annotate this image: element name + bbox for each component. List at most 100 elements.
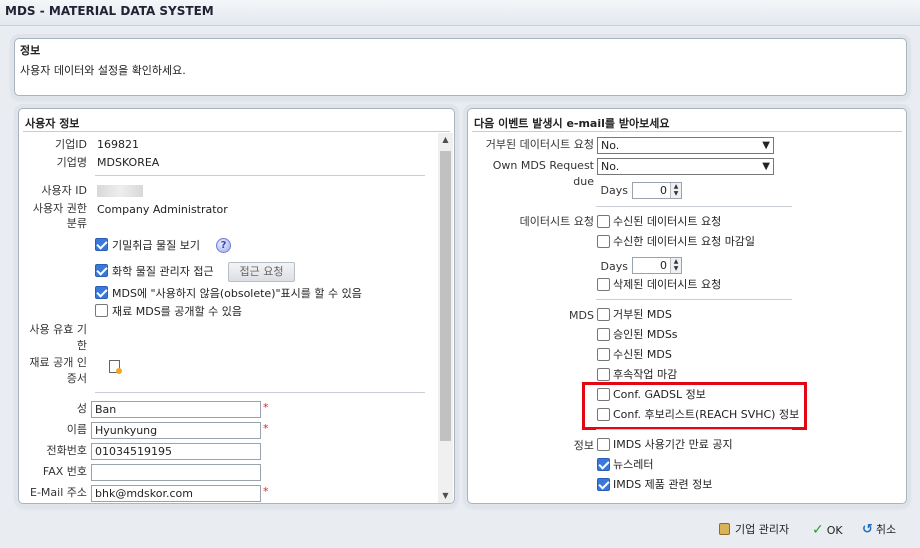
certificate-label: 재료 공개 인증서 [29, 356, 87, 385]
divider [596, 206, 792, 207]
app-title: MDS - MATERIAL DATA SYSTEM [5, 4, 214, 18]
ds-deleted-checkbox[interactable] [597, 278, 610, 291]
days-stepper-2[interactable]: 0 ▲ ▼ [632, 257, 682, 274]
required-mark: * [263, 485, 269, 498]
conf-reach-checkbox[interactable] [597, 408, 610, 421]
imds-expiry-checkbox[interactable] [597, 438, 610, 451]
email-prefs-header: 다음 이벤트 발생시 e-mail를 받아보세요 [474, 117, 670, 130]
user-info-header: 사용자 정보 [25, 117, 80, 130]
days-stepper[interactable]: 0 ▲ ▼ [632, 182, 682, 199]
ds-received-deadline-label: 수신한 데이터시트 요청 마감일 [613, 235, 756, 248]
mds-rejected-label: 거부된 MDS [613, 308, 672, 321]
ds-received-label: 수신된 데이터시트 요청 [613, 215, 722, 228]
days-value: 0 [660, 259, 667, 272]
ds-received-deadline-checkbox[interactable] [597, 235, 610, 248]
imds-expiry-label: IMDS 사용기간 만료 공지 [613, 438, 733, 451]
user-info-panel: 사용자 정보 기업ID 169821 기업명 MDSKOREA 사용자 ID 사… [18, 108, 455, 504]
chemical-admin-label: 화학 물질 관리자 접근 [112, 265, 214, 278]
imds-product-label: IMDS 제품 관련 정보 [613, 478, 713, 491]
imds-product-checkbox[interactable] [597, 478, 610, 491]
mds-approved-checkbox[interactable] [597, 328, 610, 341]
rejected-ds-select[interactable]: No. ▼ [597, 137, 774, 154]
confidential-checkbox[interactable] [95, 238, 108, 251]
scroll-down-icon[interactable]: ▼ [438, 489, 453, 503]
newsletter-checkbox[interactable] [597, 458, 610, 471]
email-field[interactable]: bhk@mdskor.com [91, 485, 261, 502]
rejected-ds-value: No. [601, 139, 620, 152]
company-id-label: 기업ID [55, 138, 87, 151]
user-id-masked [97, 185, 143, 197]
mds-approved-label: 승인된 MDSs [613, 328, 678, 341]
company-admin-button[interactable]: 기업 관리자 [719, 522, 789, 538]
first-name-label: 이름 [66, 423, 87, 436]
access-request-button[interactable]: 접근 요청 [228, 262, 295, 282]
fax-label: FAX 번호 [42, 465, 87, 478]
own-mds-value: No. [601, 160, 620, 173]
required-mark: * [263, 422, 269, 435]
mds-received-label: 수신된 MDS [613, 348, 672, 361]
scroll-up-icon[interactable]: ▲ [438, 133, 453, 147]
cancel-button[interactable]: ↺ 취소 [862, 522, 896, 538]
info-description: 사용자 데이터와 설정을 확인하세요. [20, 64, 186, 77]
chevron-down-icon: ▼ [762, 140, 770, 151]
rejected-ds-label: 거부된 데이터시트 요청 [485, 138, 594, 151]
info-label: 정보 [573, 439, 594, 452]
chemical-admin-checkbox[interactable] [95, 264, 108, 277]
help-icon[interactable]: ? [216, 238, 231, 253]
role-value: Company Administrator [97, 203, 228, 216]
mds-rejected-checkbox[interactable] [597, 308, 610, 321]
chevron-down-icon: ▼ [762, 161, 770, 172]
validity-label: 사용 유효 기한 [29, 323, 87, 352]
stepper-arrows-icon[interactable]: ▲ ▼ [670, 183, 681, 198]
scrollbar[interactable]: ▲ ▼ [438, 133, 453, 503]
divider [95, 392, 425, 393]
email-prefs-panel: 다음 이벤트 발생시 e-mail를 받아보세요 거부된 데이터시트 요청 No… [467, 108, 907, 504]
divider [95, 175, 425, 176]
title-bar: MDS - MATERIAL DATA SYSTEM [0, 0, 920, 26]
info-panel: 정보 사용자 데이터와 설정을 확인하세요. [14, 38, 907, 96]
publish-checkbox[interactable] [95, 304, 108, 317]
phone-field[interactable]: 01034519195 [91, 443, 261, 460]
stepper-arrows-icon[interactable]: ▲ ▼ [670, 258, 681, 273]
ds-deleted-label: 삭제된 데이터시트 요청 [613, 278, 722, 291]
own-mds-select[interactable]: No. ▼ [597, 158, 774, 175]
email-label: E-Mail 주소 [30, 486, 87, 499]
days-value: 0 [660, 184, 667, 197]
conf-reach-label: Conf. 후보리스트(REACH SVHC) 정보 [613, 408, 800, 421]
first-name-field[interactable]: Hyunkyung [91, 422, 261, 439]
last-name-field[interactable]: Ban [91, 401, 261, 418]
ok-label: OK [826, 524, 843, 537]
scroll-thumb[interactable] [440, 151, 451, 441]
conf-gadsl-label: Conf. GADSL 정보 [613, 388, 706, 401]
certificate-icon[interactable] [109, 360, 122, 374]
user-id-label: 사용자 ID [41, 184, 87, 197]
ds-received-checkbox[interactable] [597, 215, 610, 228]
undo-icon: ↺ [862, 522, 873, 537]
mds-received-checkbox[interactable] [597, 348, 610, 361]
role-label: 사용자 권한 분류 [32, 202, 87, 230]
mds-followup-label: 후속작업 마감 [613, 368, 678, 381]
datasheet-label: 데이터시트 요청 [519, 215, 594, 228]
mds-followup-checkbox[interactable] [597, 368, 610, 381]
days-label: Days [600, 184, 628, 197]
company-name-label: 기업명 [56, 156, 87, 169]
info-title: 정보 [20, 44, 41, 57]
days-label: Days [600, 260, 628, 273]
header-divider [472, 131, 902, 132]
newsletter-label: 뉴스레터 [613, 458, 654, 471]
obsolete-label: MDS에 "사용하지 않음(obsolete)"표시를 할 수 있음 [112, 287, 362, 300]
fax-field[interactable] [91, 464, 261, 481]
divider [596, 429, 792, 430]
publish-label: 재료 MDS를 공개할 수 있음 [112, 305, 243, 318]
ok-button[interactable]: ✓ OK [812, 522, 843, 539]
lock-icon [719, 523, 730, 535]
confidential-label: 기밀취급 물질 보기 [112, 239, 200, 252]
check-icon: ✓ [812, 522, 824, 538]
conf-gadsl-checkbox[interactable] [597, 388, 610, 401]
required-mark: * [263, 401, 269, 414]
last-name-label: 성 [76, 402, 87, 415]
divider [596, 299, 792, 300]
phone-label: 전화번호 [46, 444, 87, 457]
obsolete-checkbox[interactable] [95, 286, 108, 299]
mds-label: MDS [569, 309, 594, 322]
